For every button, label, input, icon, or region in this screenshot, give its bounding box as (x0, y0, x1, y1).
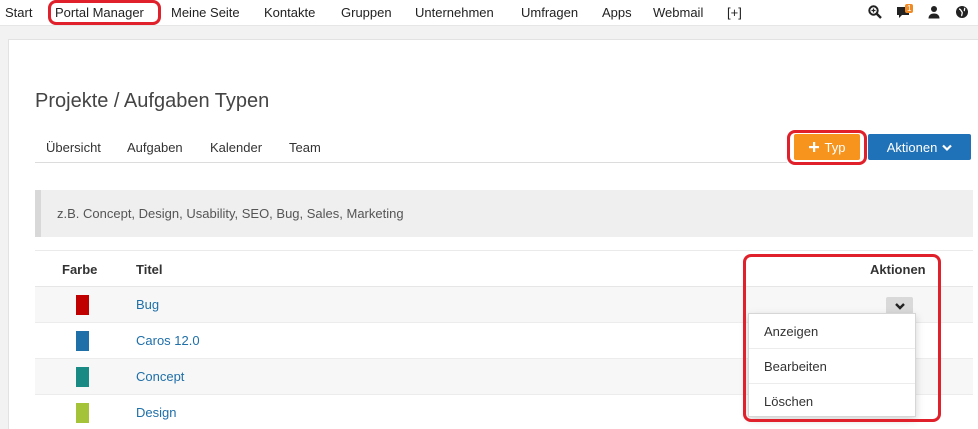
tab-team[interactable]: Team (289, 140, 321, 155)
nav-start[interactable]: Start (5, 5, 32, 20)
types-table: Farbe Titel Aktionen Bug Caros 12.0 Conc… (35, 250, 973, 423)
row-actions-toggle[interactable] (886, 297, 913, 314)
user-icon[interactable] (927, 5, 943, 21)
color-swatch (76, 331, 89, 351)
nav-add-more[interactable]: [+] (727, 5, 742, 20)
nav-umfragen[interactable]: Umfragen (521, 5, 578, 20)
tab-kalender[interactable]: Kalender (210, 140, 262, 155)
top-navigation: Start Portal Manager Meine Seite Kontakt… (0, 0, 978, 26)
header-actions: Aktionen (870, 262, 926, 277)
header-title: Titel (136, 262, 163, 277)
color-swatch (76, 295, 89, 315)
tab-aufgaben[interactable]: Aufgaben (127, 140, 183, 155)
add-type-label: Typ (824, 139, 846, 155)
table-header: Farbe Titel Aktionen (35, 251, 973, 287)
color-swatch (76, 367, 89, 387)
tab-uebersicht[interactable]: Übersicht (46, 140, 101, 155)
globe-icon[interactable] (955, 5, 971, 21)
menu-item-loeschen[interactable]: Löschen (749, 384, 915, 419)
plus-icon (808, 140, 819, 155)
row-actions-menu: Anzeigen Bearbeiten Löschen (748, 313, 916, 417)
header-color: Farbe (62, 262, 98, 277)
page-title: Projekte / Aufgaben Typen (35, 90, 270, 112)
nav-portal-manager[interactable]: Portal Manager (55, 5, 144, 20)
tabs-divider (35, 162, 787, 163)
hint-box: z.B. Concept, Design, Usability, SEO, Bu… (35, 190, 973, 237)
color-swatch (76, 403, 89, 423)
actions-button[interactable]: Aktionen (868, 134, 971, 160)
actions-label: Aktionen (886, 139, 938, 155)
chat-badge: 1 (905, 4, 914, 13)
type-title-link[interactable]: Caros 12.0 (136, 333, 200, 348)
chat-icon[interactable]: 1 (896, 4, 914, 21)
nav-webmail[interactable]: Webmail (653, 5, 703, 20)
nav-gruppen[interactable]: Gruppen (341, 5, 392, 20)
nav-unternehmen[interactable]: Unternehmen (415, 5, 494, 20)
add-type-button[interactable]: Typ (794, 134, 860, 160)
nav-meine-seite[interactable]: Meine Seite (171, 5, 240, 20)
menu-item-bearbeiten[interactable]: Bearbeiten (749, 349, 915, 384)
type-title-link[interactable]: Design (136, 405, 176, 420)
nav-apps[interactable]: Apps (602, 5, 632, 20)
menu-item-anzeigen[interactable]: Anzeigen (749, 314, 915, 349)
hint-text: z.B. Concept, Design, Usability, SEO, Bu… (57, 206, 404, 221)
search-icon[interactable] (868, 5, 884, 21)
chevron-down-icon (894, 297, 905, 315)
type-title-link[interactable]: Bug (136, 297, 159, 312)
nav-kontakte[interactable]: Kontakte (264, 5, 315, 20)
chevron-down-icon (942, 140, 953, 155)
type-title-link[interactable]: Concept (136, 369, 184, 384)
